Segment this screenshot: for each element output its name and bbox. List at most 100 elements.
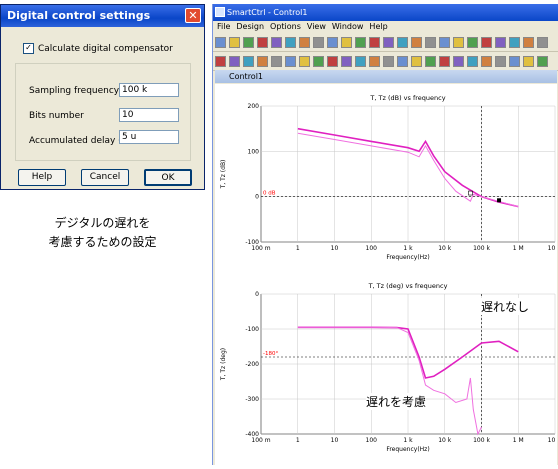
toolbar-icon[interactable] (467, 55, 478, 67)
toolbar-icon[interactable] (481, 36, 492, 48)
toolbar-icon[interactable] (229, 36, 240, 48)
toolbar-icon[interactable] (509, 36, 520, 48)
y-tick-label: 200 (248, 103, 260, 110)
x-tick-label: 1 M (513, 245, 524, 252)
toolbar-icon[interactable] (425, 36, 436, 48)
toolbar-icon[interactable] (397, 36, 408, 48)
toolbar-icon[interactable] (523, 55, 534, 67)
toolbar-icon[interactable] (243, 36, 254, 48)
plot-title: T, Tz (dB) vs frequency (369, 94, 445, 102)
x-tick-label: 1 k (403, 437, 413, 444)
ok-button[interactable]: OK (144, 169, 192, 186)
toolbar-icon[interactable] (523, 36, 534, 48)
caption-line-1: デジタルの遅れを (54, 216, 151, 230)
toolbar-icon[interactable] (257, 55, 268, 67)
toolbar-icon[interactable] (397, 55, 408, 67)
toolbar-icon[interactable] (313, 55, 324, 67)
x-tick-label: 1 k (403, 245, 413, 252)
toolbar-icon[interactable] (369, 55, 380, 67)
x-tick-label: 100 k (473, 245, 490, 252)
plot-title: T, Tz (deg) vs frequency (368, 282, 448, 290)
toolbar-icon[interactable] (341, 36, 352, 48)
toolbar-icon[interactable] (299, 36, 310, 48)
toolbar-icon[interactable] (453, 55, 464, 67)
toolbar-1 (213, 33, 558, 52)
toolbar-icon[interactable] (537, 55, 548, 67)
close-icon[interactable]: ✕ (185, 8, 201, 23)
toolbar-icon[interactable] (439, 55, 450, 67)
toolbar-icon[interactable] (369, 36, 380, 48)
x-tick-label: 10 k (438, 437, 452, 444)
toolbar-icon[interactable] (439, 36, 450, 48)
x-tick-label: 10 M (548, 437, 557, 444)
toolbar-icon[interactable] (341, 55, 352, 67)
accumulated-delay-label: Accumulated delay (s) (29, 136, 130, 146)
app-title: SmartCtrl - Control1 (227, 8, 308, 17)
toolbar-icon[interactable] (285, 36, 296, 48)
toolbar-icon[interactable] (453, 36, 464, 48)
toolbar-icon[interactable] (411, 36, 422, 48)
x-tick-label: 10 (331, 245, 339, 252)
dialog-title-bar: Digital control settings ✕ (1, 5, 204, 27)
x-tick-label: 10 k (438, 245, 452, 252)
toolbar-icon[interactable] (327, 36, 338, 48)
y-tick-label: -200 (245, 361, 259, 368)
y-tick-label: -400 (245, 431, 259, 438)
toolbar-icon[interactable] (383, 55, 394, 67)
menu-file[interactable]: File (217, 21, 230, 33)
toolbar-icon[interactable] (355, 55, 366, 67)
subwindow-title: Control1 (229, 72, 264, 81)
toolbar-icon[interactable] (509, 55, 520, 67)
accumulated-delay-input[interactable]: 5 u (119, 130, 179, 144)
toolbar-icon[interactable] (495, 55, 506, 67)
toolbar-icon[interactable] (383, 36, 394, 48)
toolbar-icon[interactable] (271, 55, 282, 67)
toolbar-icon[interactable] (243, 55, 254, 67)
toolbar-icon[interactable] (313, 36, 324, 48)
toolbar-icon[interactable] (257, 36, 268, 48)
toolbar-icon[interactable] (327, 55, 338, 67)
menu-window[interactable]: Window (332, 21, 364, 33)
toolbar-icon[interactable] (481, 55, 492, 67)
toolbar-icon[interactable] (467, 36, 478, 48)
x-tick-label: 10 (331, 437, 339, 444)
help-button[interactable]: Help (18, 169, 66, 186)
toolbar-icon[interactable] (229, 55, 240, 67)
checkbox-checked-icon[interactable]: ✓ (23, 43, 34, 54)
dialog-title: Digital control settings (7, 9, 151, 22)
marker-point (497, 198, 502, 203)
toolbar-icon[interactable] (355, 36, 366, 48)
subwindow-title-bar: Control1 (215, 70, 557, 83)
menu-options[interactable]: Options (270, 21, 301, 33)
toolbar-icon[interactable] (495, 36, 506, 48)
app-title-bar: SmartCtrl - Control1 (213, 4, 558, 21)
menu-help[interactable]: Help (369, 21, 387, 33)
toolbar-icon[interactable] (271, 36, 282, 48)
x-tick-label: 100 m (251, 437, 270, 444)
x-tick-label: 1 (296, 437, 300, 444)
toolbar-icon[interactable] (299, 55, 310, 67)
toolbar-icon[interactable] (285, 55, 296, 67)
toolbar-icon[interactable] (215, 55, 226, 67)
calculate-compensator-row[interactable]: ✓ Calculate digital compensator (23, 43, 173, 54)
x-tick-label: 100 k (473, 437, 490, 444)
toolbar-icon[interactable] (537, 36, 548, 48)
bits-number-input[interactable]: 10 (119, 108, 179, 122)
x-tick-label: 100 (366, 437, 378, 444)
series-line-with-delay (297, 326, 482, 436)
toolbar-icon[interactable] (215, 36, 226, 48)
toolbar-2 (213, 52, 558, 71)
annotation-with-delay: 遅れを考慮 (366, 393, 427, 410)
y-tick-label: -100 (245, 326, 259, 333)
app-icon (215, 7, 225, 17)
cancel-button[interactable]: Cancel (81, 169, 129, 186)
menu-design[interactable]: Design (236, 21, 264, 33)
digital-control-dialog: Digital control settings ✕ ✓ Calculate d… (0, 4, 205, 190)
reference-label: -180° (263, 351, 278, 357)
toolbar-icon[interactable] (425, 55, 436, 67)
sampling-frequency-input[interactable]: 100 k (119, 83, 179, 97)
menu-view[interactable]: View (307, 21, 326, 33)
y-tick-label: 0 (255, 291, 259, 298)
caption-line-2: 考慮するための設定 (48, 235, 157, 249)
toolbar-icon[interactable] (411, 55, 422, 67)
